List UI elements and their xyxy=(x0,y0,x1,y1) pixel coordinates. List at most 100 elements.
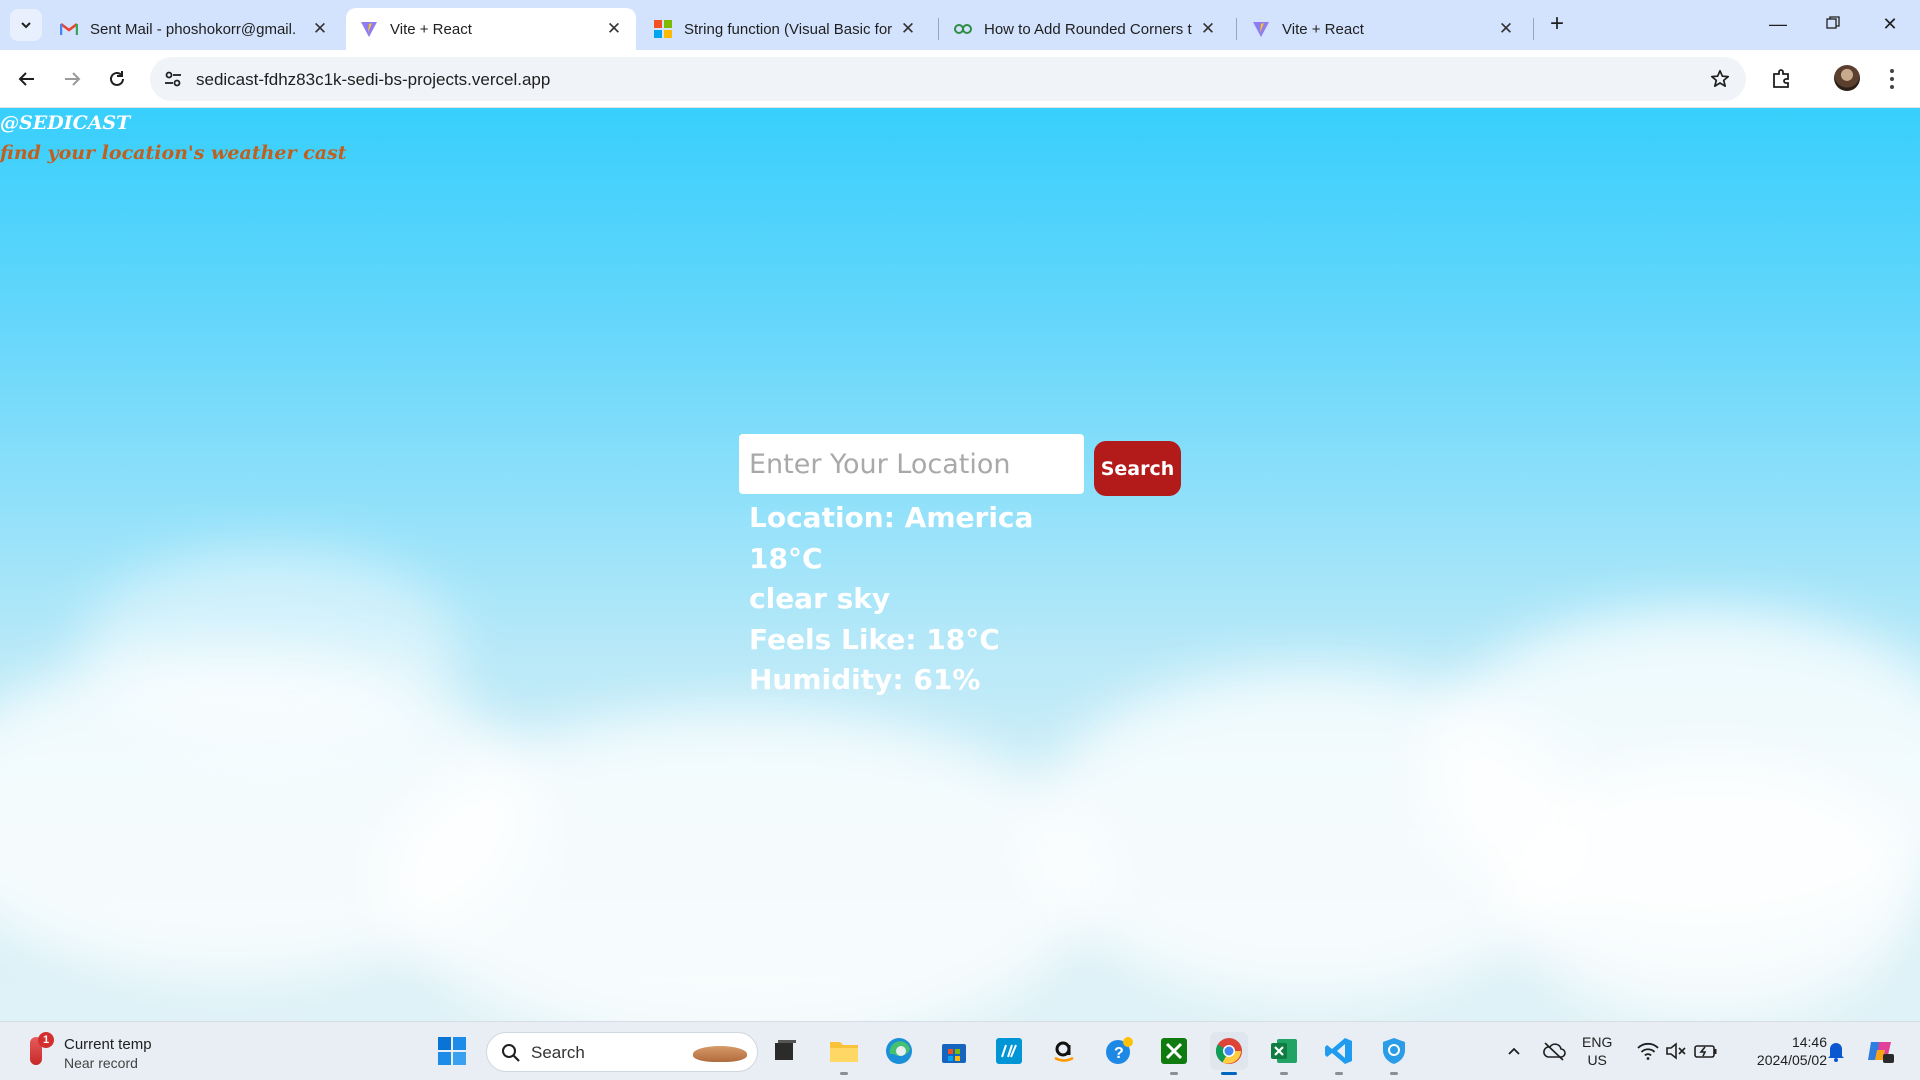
taskbar-search-label: Search xyxy=(531,1043,585,1062)
geeksforgeeks-icon xyxy=(954,20,972,38)
xbox-button[interactable] xyxy=(1155,1032,1193,1070)
clock-time: 14:46 xyxy=(1791,1034,1827,1050)
tab-vite-react-active[interactable]: Vite + React ✕ xyxy=(346,8,636,50)
active-indicator xyxy=(1221,1072,1237,1075)
chrome-button[interactable] xyxy=(1210,1032,1248,1070)
task-view-button[interactable] xyxy=(766,1032,804,1070)
weather-location: Location: America xyxy=(749,501,1034,534)
tab-gmail[interactable]: Sent Mail - phoshokorr@gmail. ✕ xyxy=(46,8,342,50)
system-clock[interactable]: 14:46 2024/05/02 xyxy=(1733,1033,1827,1069)
battery-charging-icon xyxy=(1694,1045,1717,1058)
volume-status[interactable] xyxy=(1662,1032,1690,1070)
vscode-button[interactable] xyxy=(1320,1032,1358,1070)
address-bar[interactable]: sedicast-fdhz83c1k-sedi-bs-projects.verc… xyxy=(150,57,1746,101)
notification-badge: 1 xyxy=(38,1032,54,1048)
running-indicator xyxy=(1335,1072,1343,1075)
tab-separator xyxy=(1533,18,1534,40)
reload-button[interactable] xyxy=(100,62,134,96)
tab-title: Vite + React xyxy=(1282,20,1364,38)
task-view-icon xyxy=(775,1040,796,1060)
notifications-button[interactable] xyxy=(1822,1032,1850,1070)
extensions-button[interactable] xyxy=(1766,62,1798,94)
tab-title: How to Add Rounded Corners t xyxy=(984,20,1192,38)
excel-icon xyxy=(1271,1039,1297,1063)
cloud-off-icon xyxy=(1543,1042,1566,1061)
brand-title: @SEDICAST xyxy=(0,112,131,134)
close-icon[interactable]: ✕ xyxy=(310,19,330,39)
site-settings-icon[interactable] xyxy=(162,68,184,90)
tab-string-function[interactable]: String function (Visual Basic for ✕ xyxy=(640,8,930,50)
arrow-right-icon xyxy=(65,72,81,86)
security-app-button[interactable] xyxy=(1375,1032,1413,1070)
tab-separator xyxy=(1236,18,1237,40)
excel-button[interactable] xyxy=(1265,1032,1303,1070)
tab-separator xyxy=(938,18,939,40)
tab-vite-react[interactable]: Vite + React ✕ xyxy=(1238,8,1528,50)
new-tab-button[interactable]: + xyxy=(1543,11,1571,39)
weather-result: Location: America 18°C clear sky Feels L… xyxy=(749,498,1033,701)
search-highlight-image xyxy=(693,1046,747,1062)
microsoft-icon xyxy=(654,20,672,38)
location-search-input[interactable] xyxy=(739,434,1084,494)
tab-rounded-corners[interactable]: How to Add Rounded Corners t ✕ xyxy=(940,8,1230,50)
vscode-icon xyxy=(1325,1038,1352,1064)
profile-avatar[interactable] xyxy=(1834,65,1860,91)
page-tagline: find your location's weather cast xyxy=(0,142,347,164)
battery-status[interactable] xyxy=(1692,1032,1720,1070)
edge-button[interactable] xyxy=(880,1032,918,1070)
weather-description: clear sky xyxy=(749,582,891,615)
clock-date: 2024/05/02 xyxy=(1756,1052,1827,1068)
weather-widget-title: Current temp xyxy=(64,1036,152,1053)
file-explorer-button[interactable] xyxy=(825,1032,863,1070)
search-button[interactable]: Search xyxy=(1094,441,1181,496)
close-window-button[interactable]: ✕ xyxy=(1872,8,1908,40)
microsoft-store-button[interactable] xyxy=(935,1032,973,1070)
chrome-icon xyxy=(1215,1038,1242,1064)
svg-text:?: ? xyxy=(1114,1045,1124,1062)
amazon-button[interactable] xyxy=(1045,1032,1083,1070)
bookmark-star-icon[interactable] xyxy=(1708,67,1732,91)
running-indicator xyxy=(1280,1072,1288,1075)
folder-icon xyxy=(830,1042,858,1062)
weather-widget-subtitle: Near record xyxy=(64,1055,138,1071)
weather-humidity: Humidity: 61% xyxy=(749,663,981,696)
back-button[interactable] xyxy=(10,62,44,96)
restore-icon xyxy=(1826,16,1840,29)
restore-button[interactable] xyxy=(1815,8,1851,40)
copilot-icon xyxy=(1868,1042,1894,1063)
xbox-icon xyxy=(1161,1038,1187,1064)
url-text: sedicast-fdhz83c1k-sedi-bs-projects.verc… xyxy=(196,70,551,89)
tab-search-button[interactable] xyxy=(10,9,42,41)
taskbar: 1 Current temp Near record Search ? ENG … xyxy=(0,1021,1920,1080)
language-indicator[interactable]: ENG US xyxy=(1582,1033,1612,1069)
minimize-button[interactable]: — xyxy=(1760,8,1796,40)
show-hidden-icons-button[interactable] xyxy=(1502,1032,1526,1070)
close-icon[interactable]: ✕ xyxy=(898,19,918,39)
chevron-down-icon xyxy=(21,22,31,29)
browser-toolbar: sedicast-fdhz83c1k-sedi-bs-projects.verc… xyxy=(0,50,1920,108)
weather-feels-like: Feels Like: 18°C xyxy=(749,622,1000,656)
taskbar-search[interactable]: Search xyxy=(486,1032,758,1072)
help-icon: ? xyxy=(1106,1037,1133,1064)
close-icon[interactable]: ✕ xyxy=(1496,19,1516,39)
forward-button[interactable] xyxy=(55,62,89,96)
running-indicator xyxy=(1170,1072,1178,1075)
myhp-button[interactable] xyxy=(990,1032,1028,1070)
chevron-up-icon xyxy=(1508,1047,1520,1055)
close-icon[interactable]: ✕ xyxy=(604,19,624,39)
copilot-button[interactable] xyxy=(1862,1032,1898,1070)
get-help-button[interactable]: ? xyxy=(1100,1032,1138,1070)
arrow-left-icon xyxy=(18,72,34,86)
network-status[interactable] xyxy=(1634,1032,1662,1070)
speaker-muted-icon xyxy=(1666,1042,1686,1060)
onedrive-status[interactable] xyxy=(1540,1032,1568,1070)
close-icon[interactable]: ✕ xyxy=(1198,19,1218,39)
weather-widget[interactable]: 1 Current temp Near record xyxy=(24,1030,164,1074)
browser-menu-button[interactable] xyxy=(1880,64,1904,94)
store-icon xyxy=(942,1044,966,1063)
hp-icon xyxy=(996,1038,1022,1064)
page-viewport: @SEDICAST find your location's weather c… xyxy=(0,108,1920,1021)
bell-icon xyxy=(1828,1043,1844,1062)
running-indicator xyxy=(840,1072,848,1075)
start-button[interactable] xyxy=(433,1032,471,1070)
